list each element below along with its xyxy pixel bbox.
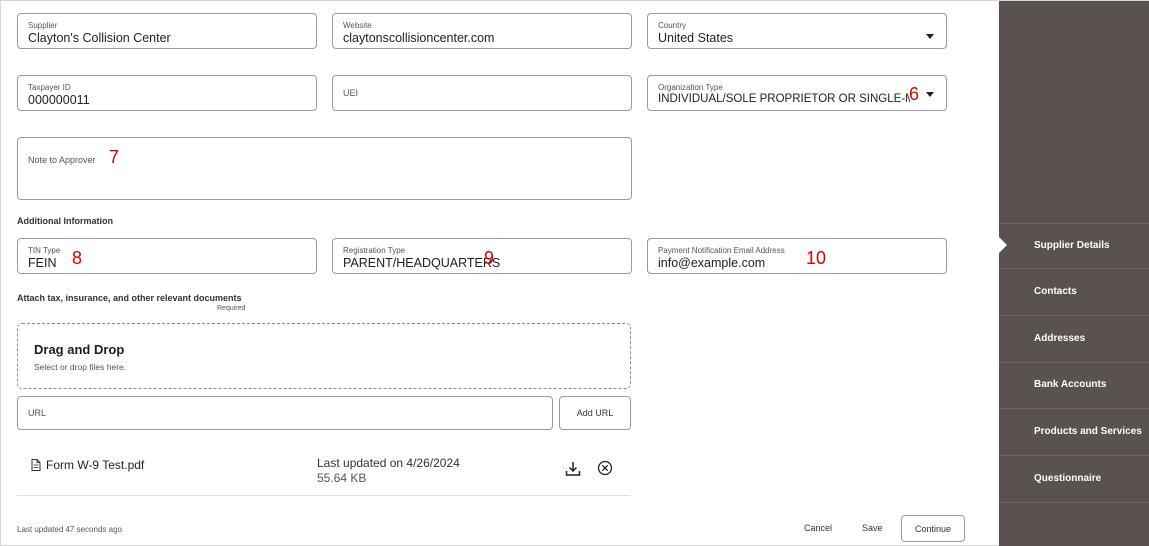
file-name[interactable]: Form W-9 Test.pdf: [46, 458, 144, 472]
sidebar-item-products-and-services[interactable]: Products and Services: [999, 410, 1149, 456]
last-updated-status: Last updated 47 seconds ago: [17, 525, 122, 534]
sidebar-item-label: Supplier Details: [1034, 240, 1110, 251]
sidebar-item-label: Contacts: [1034, 286, 1077, 297]
close-circle-icon[interactable]: [597, 460, 613, 476]
file-updated: Last updated on 4/26/2024: [317, 456, 460, 470]
website-value: claytonscollisioncenter.com: [343, 31, 495, 45]
tin-type-field[interactable]: TIN Type FEIN: [17, 238, 317, 274]
organization-type-label: Organization Type: [658, 83, 723, 92]
required-indicator: Required: [217, 305, 246, 312]
supplier-value: Clayton's Collision Center: [28, 31, 171, 45]
file-drop-zone[interactable]: Drag and Drop Select or drop files here.: [17, 323, 631, 389]
registration-type-label: Registration Type: [343, 246, 406, 255]
note-to-approver-label: Note to Approver: [28, 155, 96, 165]
sidebar-nav: Supplier Details Contacts Addresses Bank…: [999, 1, 1149, 546]
continue-label: Continue: [914, 523, 952, 534]
save-button[interactable]: Save: [862, 523, 883, 533]
payment-email-label: Payment Notification Email Address: [658, 246, 785, 255]
sidebar-item-label: Questionnaire: [1034, 473, 1102, 484]
drop-zone-title: Drag and Drop: [34, 342, 125, 357]
organization-type-select[interactable]: Organization Type INDIVIDUAL/SOLE PROPRI…: [647, 75, 947, 111]
taxpayer-id-value: 000000011: [28, 93, 90, 107]
marker-10: 10: [806, 248, 827, 268]
add-url-label: Add URL: [576, 408, 614, 418]
sidebar-item-bank-accounts[interactable]: Bank Accounts: [999, 363, 1149, 409]
additional-information-heading: Additional Information: [17, 216, 113, 226]
website-field[interactable]: Website claytonscollisioncenter.com: [332, 13, 632, 49]
sidebar-item-questionnaire[interactable]: Questionnaire: [999, 457, 1149, 503]
sidebar-item-label: Products and Services: [1034, 426, 1142, 437]
tin-type-label: TIN Type: [28, 246, 61, 255]
taxpayer-id-field[interactable]: Taxpayer ID 000000011: [17, 75, 317, 111]
url-label: URL: [28, 408, 47, 418]
continue-button[interactable]: Continue: [901, 515, 965, 542]
marker-6: 6: [909, 84, 920, 104]
supplier-details-page: Supplier Clayton's Collision Center Webs…: [0, 0, 1149, 546]
document-icon: [31, 459, 41, 471]
country-select[interactable]: Country United States: [647, 13, 947, 49]
sidebar-item-addresses[interactable]: Addresses: [999, 317, 1149, 363]
file-size: 55.64 KB: [317, 471, 367, 485]
sidebar-item-label: Bank Accounts: [1034, 379, 1107, 390]
country-value: United States: [658, 31, 734, 45]
uei-field[interactable]: UEI: [332, 75, 632, 111]
marker-9: 9: [484, 248, 495, 268]
supplier-field[interactable]: Supplier Clayton's Collision Center: [17, 13, 317, 49]
tin-type-value: FEIN: [28, 256, 57, 270]
chevron-down-icon[interactable]: [926, 34, 934, 39]
website-label: Website: [343, 21, 372, 30]
attachments-heading: Attach tax, insurance, and other relevan…: [17, 293, 242, 303]
sidebar-item-label: Addresses: [1034, 333, 1086, 344]
registration-type-field[interactable]: Registration Type PARENT/HEADQUARTERS: [332, 238, 632, 274]
active-nav-pointer: [999, 237, 1007, 253]
taxpayer-id-label: Taxpayer ID: [28, 83, 71, 92]
file-row-divider: [17, 495, 630, 496]
cancel-button[interactable]: Cancel: [804, 523, 832, 533]
payment-email-value: info@example.com: [658, 256, 766, 270]
url-input[interactable]: URL: [17, 396, 553, 430]
drop-zone-subtitle: Select or drop files here.: [34, 362, 127, 372]
registration-type-value: PARENT/HEADQUARTERS: [343, 256, 501, 270]
marker-7: 7: [109, 147, 120, 167]
sidebar-item-contacts[interactable]: Contacts: [999, 270, 1149, 316]
download-icon[interactable]: [565, 461, 581, 477]
sidebar-item-supplier-details[interactable]: Supplier Details: [999, 223, 1149, 269]
add-url-button[interactable]: Add URL: [559, 396, 631, 430]
payment-email-field[interactable]: Payment Notification Email Address info@…: [647, 238, 947, 274]
organization-type-value: INDIVIDUAL/SOLE PROPRIETOR OR SINGLE-MEN: [658, 93, 910, 105]
supplier-label: Supplier: [28, 21, 58, 30]
uei-label: UEI: [343, 88, 359, 98]
marker-8: 8: [72, 248, 83, 268]
chevron-down-icon[interactable]: [926, 92, 934, 97]
country-label: Country: [658, 21, 687, 30]
